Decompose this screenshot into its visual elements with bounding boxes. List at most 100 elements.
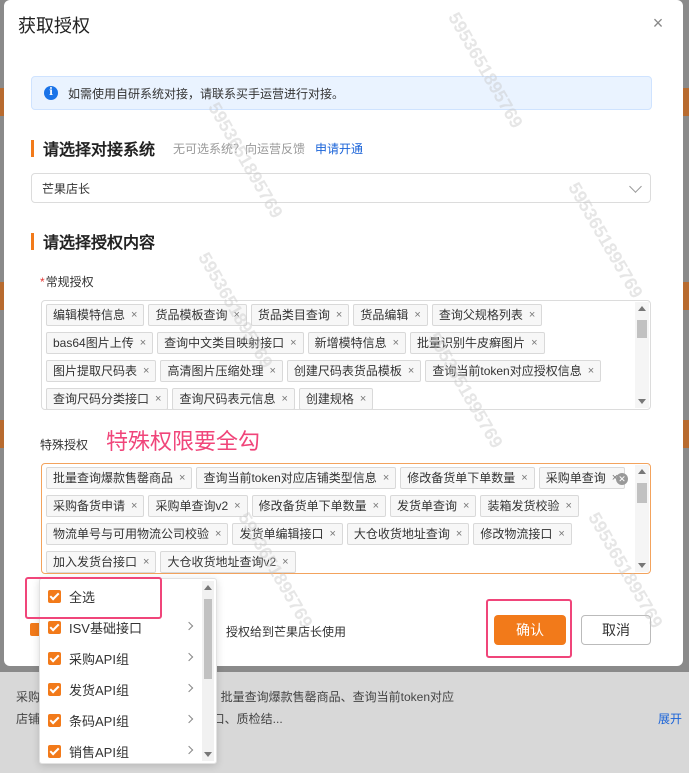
api-group-option[interactable]: 条码API组 [40,705,200,735]
regular-tag-list: 编辑模特信息 × 货品模板查询 × 货品类目查询 × 货品编辑 × 查询父规格列表 × bas64图… [46,304,636,409]
modal-title: 获取授权 [18,16,90,36]
tag-close-icon[interactable]: × [281,389,287,409]
auth-tag: 修改物流接口 × [473,523,572,545]
auth-tag-label: 采购单查询 [545,471,606,485]
content-section-header: 请选择授权内容 [31,229,155,253]
scrollbar[interactable] [635,465,649,572]
auth-tag-label: 图片提取尺码表 [53,364,138,378]
tag-close-icon[interactable]: × [131,305,137,325]
auth-tag-label: 修改备货单下单数量 [258,499,367,513]
auth-tag: 发货单查询 × [390,495,477,517]
auth-tag-label: 查询尺码表元信息 [179,392,276,406]
tag-close-icon[interactable]: × [143,552,149,572]
tag-close-icon[interactable]: × [383,468,389,488]
system-select[interactable]: 芒果店长 [31,173,651,203]
scroll-thumb[interactable] [637,483,647,503]
auth-tag: 编辑模特信息 × [46,304,145,326]
chevron-right-icon [184,745,194,755]
auth-tag-label: 查询当前token对应店铺类型信息 [203,471,377,485]
tag-close-icon[interactable]: × [558,524,564,544]
auth-tag: 查询中文类目映射接口 × [157,332,304,354]
auth-tag: 查询当前token对应店铺类型信息 × [196,467,397,489]
auth-tag-label: 查询尺码分类接口 [53,392,150,406]
tag-close-icon[interactable]: × [408,361,414,381]
api-group-option[interactable]: 销售API组 [40,736,200,766]
scroll-up-icon[interactable] [638,306,646,311]
checkbox-checked-icon[interactable] [48,713,61,727]
scroll-thumb[interactable] [204,599,212,679]
auth-tag-label: bas64图片上传 [53,336,134,350]
auth-tag: 查询尺码分类接口 × [46,388,169,409]
checkbox-checked-icon[interactable] [48,682,61,696]
scroll-up-icon[interactable] [638,469,646,474]
option-label: 销售API组 [69,744,129,760]
tag-close-icon[interactable]: × [360,389,366,409]
auth-tag: 修改备货单下单数量 × [400,467,535,489]
auth-tag-label: 货品编辑 [360,308,409,322]
tag-close-icon[interactable]: × [463,496,469,516]
tag-close-icon[interactable]: × [131,496,137,516]
tag-close-icon[interactable]: × [140,333,146,353]
apply-link[interactable]: 申请开通 [315,140,363,157]
annotation-text: 特殊权限要全勾 [106,429,261,454]
auth-tag-label: 查询父规格列表 [438,308,523,322]
tag-close-icon[interactable]: × [329,524,335,544]
scrollbar[interactable] [635,302,649,408]
tag-close-icon[interactable]: × [521,468,527,488]
scroll-down-icon[interactable] [638,399,646,404]
auth-tag-label: 物流单号与可用物流公司校验 [53,527,210,541]
highlight-box [486,599,572,658]
auth-tag: 查询父规格列表 × [431,304,543,326]
scroll-down-icon[interactable] [204,752,212,757]
regular-auth-label: *常规授权 [40,273,94,290]
auth-tag-label: 货品模板查询 [155,308,228,322]
content-section-title: 请选择授权内容 [43,235,156,252]
checkbox-checked-icon[interactable] [48,620,61,634]
tag-close-icon[interactable]: × [373,496,379,516]
auth-tag: 查询尺码表元信息 × [172,388,295,409]
scroll-down-icon[interactable] [638,563,646,568]
tag-close-icon[interactable]: × [234,496,240,516]
scroll-up-icon[interactable] [204,585,212,590]
tag-close-icon[interactable]: × [456,524,462,544]
info-banner: i 如需使用自研系统对接，请联系买手运营进行对接。 [31,76,652,110]
auth-tag-label: 发货单查询 [397,499,458,513]
highlight-box [25,577,162,619]
system-select-value: 芒果店长 [42,181,91,196]
auth-tag-label: 采购单查询v2 [155,499,229,513]
expand-link[interactable]: 展开 [658,708,682,730]
chevron-right-icon [184,652,194,662]
regular-auth-select[interactable]: 编辑模特信息 × 货品模板查询 × 货品类目查询 × 货品编辑 × 查询父规格列表 × bas64图… [41,300,651,410]
auth-tag: 采购单查询 × [538,467,626,489]
tag-close-icon[interactable]: × [179,468,185,488]
agreement-text: 授权给到芒果店长使用 [226,625,347,639]
clear-icon[interactable]: ✕ [616,473,628,485]
close-icon[interactable]: × [649,14,667,32]
tag-close-icon[interactable]: × [155,389,161,409]
tag-close-icon[interactable]: × [215,524,221,544]
auth-tag: 批量查询爆款售罄商品 × [46,467,193,489]
tag-close-icon[interactable]: × [393,333,399,353]
special-auth-select[interactable]: 批量查询爆款售罄商品 × 查询当前token对应店铺类型信息 × 修改备货单下单数量 × 采… [41,463,651,574]
auth-tag-label: 编辑模特信息 [53,308,126,322]
tag-close-icon[interactable]: × [529,305,535,325]
tag-close-icon[interactable]: × [588,361,594,381]
system-section-header: 请选择对接系统 无可选系统？向运营反馈 申请开通 [31,136,363,160]
tag-close-icon[interactable]: × [566,496,572,516]
tag-close-icon[interactable]: × [143,361,149,381]
auth-tag: 大仓收货地址查询 × [346,523,470,545]
checkbox-checked-icon[interactable] [48,744,61,758]
chevron-right-icon [184,683,194,693]
api-group-option[interactable]: 发货API组 [40,674,200,704]
auth-tag: 货品编辑 × [353,304,428,326]
tag-close-icon[interactable]: × [531,333,537,353]
dropdown-scrollbar[interactable] [202,581,214,761]
tag-close-icon[interactable]: × [414,305,420,325]
modal-header: 获取授权 [4,0,683,50]
checkbox-checked-icon[interactable] [48,651,61,665]
scroll-thumb[interactable] [637,320,647,338]
api-group-option[interactable]: 采购API组 [40,643,200,673]
tag-close-icon[interactable]: × [290,333,296,353]
auth-tag-label: 创建尺码表货品模板 [293,364,402,378]
tag-close-icon[interactable]: × [336,305,342,325]
